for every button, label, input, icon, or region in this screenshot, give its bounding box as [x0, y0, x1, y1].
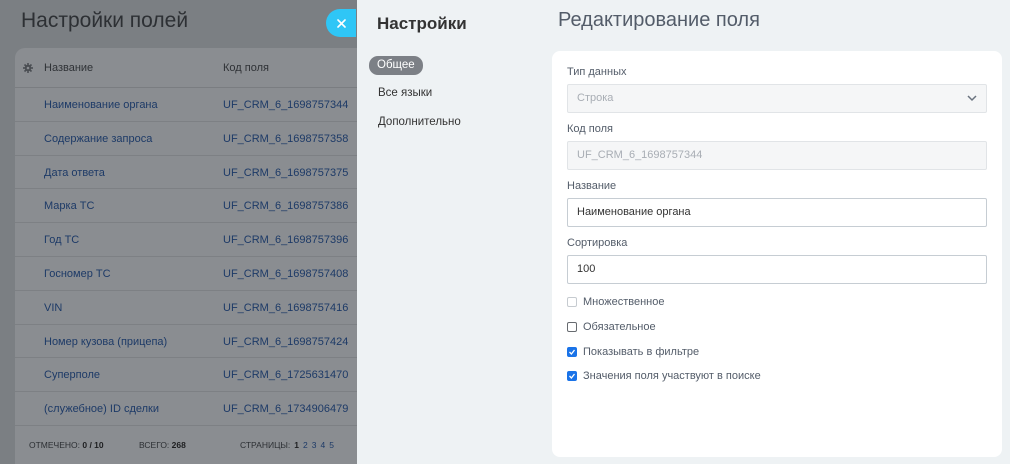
- row-code[interactable]: UF_CRM_6_1698757386: [223, 200, 348, 212]
- pagination: СТРАНИЦЫ: 1 2 3 4 5: [240, 440, 334, 450]
- page-link[interactable]: 4: [320, 440, 325, 450]
- row-name[interactable]: Наименование органа: [44, 99, 158, 111]
- page-link[interactable]: 3: [312, 440, 317, 450]
- table-row[interactable]: Год ТС UF_CRM_6_1698757396: [15, 223, 375, 257]
- row-name[interactable]: VIN: [44, 302, 62, 314]
- checkbox-box[interactable]: [567, 322, 577, 332]
- table-header: Название Код поля: [15, 48, 375, 88]
- background-page: Настройки полей Название Код поля Наимен…: [0, 0, 375, 464]
- data-type-select: Строка: [567, 84, 987, 113]
- row-code[interactable]: UF_CRM_6_1698757408: [223, 268, 348, 280]
- page-title: Настройки полей: [21, 9, 189, 32]
- data-type-label: Тип данных: [567, 66, 627, 78]
- row-name[interactable]: (служебное) ID сделки: [44, 403, 159, 415]
- close-icon: [336, 18, 346, 28]
- name-label: Название: [567, 180, 617, 192]
- table-row[interactable]: Наименование органа UF_CRM_6_1698757344: [15, 88, 375, 122]
- checkbox-multiple: Множественное: [567, 296, 664, 308]
- checkbox-label: Множественное: [583, 296, 665, 308]
- row-name[interactable]: Дата ответа: [44, 167, 105, 179]
- table-row[interactable]: Номер кузова (прицепа) UF_CRM_6_169875742…: [15, 325, 375, 359]
- sort-input[interactable]: 100: [567, 255, 987, 284]
- settings-menu: Общее Все языки Дополнительно: [369, 56, 461, 143]
- row-name[interactable]: Марка ТС: [44, 200, 94, 212]
- menu-item-label: Общее: [369, 56, 423, 75]
- pages-label: СТРАНИЦЫ:: [240, 440, 291, 450]
- checkbox-searchable[interactable]: Значения поля участвуют в поиске: [567, 370, 761, 382]
- chevron-down-icon: [967, 95, 977, 102]
- total-value: 268: [171, 440, 186, 450]
- page-link[interactable]: 2: [303, 440, 308, 450]
- table-row[interactable]: (служебное) ID сделки UF_CRM_6_1734906479: [15, 392, 375, 426]
- table-row[interactable]: Суперполе UF_CRM_6_1725631470: [15, 358, 375, 393]
- name-input[interactable]: Наименование органа: [567, 198, 987, 227]
- row-name[interactable]: Госномер ТС: [44, 268, 111, 280]
- row-name[interactable]: Номер кузова (прицепа): [44, 336, 167, 348]
- row-code[interactable]: UF_CRM_6_1698757344: [223, 99, 348, 111]
- code-label: Код поля: [567, 123, 613, 135]
- checked-label: ОТМЕЧЕНО:: [29, 440, 80, 450]
- settings-slider: Настройки Общее Все языки Дополнительно …: [357, 0, 1010, 464]
- check-icon: [569, 349, 575, 355]
- row-code[interactable]: UF_CRM_6_1698757375: [223, 167, 348, 179]
- code-field: UF_CRM_6_1698757344: [567, 141, 987, 170]
- sort-label: Сортировка: [567, 237, 628, 249]
- row-name[interactable]: Год ТС: [44, 234, 79, 246]
- table-row[interactable]: Дата ответа UF_CRM_6_1698757375: [15, 156, 375, 190]
- menu-item-general[interactable]: Общее: [369, 56, 461, 85]
- row-code[interactable]: UF_CRM_6_1698757358: [223, 133, 348, 145]
- table-row[interactable]: VIN UF_CRM_6_1698757416: [15, 291, 375, 325]
- data-type-value: Строка: [577, 92, 614, 104]
- code-value: UF_CRM_6_1698757344: [577, 149, 703, 161]
- column-header-name[interactable]: Название: [44, 62, 93, 74]
- row-code[interactable]: UF_CRM_6_1698757424: [223, 336, 348, 348]
- menu-item-all-languages[interactable]: Все языки: [369, 85, 461, 114]
- row-code[interactable]: UF_CRM_6_1725631470: [223, 369, 348, 381]
- checkbox-label: Показывать в фильтре: [583, 346, 700, 358]
- checkbox-box: [567, 297, 577, 307]
- row-code[interactable]: UF_CRM_6_1698757416: [223, 302, 348, 314]
- checkbox-required[interactable]: Обязательное: [567, 321, 656, 333]
- checkbox-box[interactable]: [567, 347, 577, 357]
- checked-value: 0 / 10: [82, 440, 104, 450]
- close-slider-button[interactable]: [326, 9, 356, 37]
- check-icon: [569, 373, 575, 379]
- menu-title: Настройки: [377, 14, 467, 33]
- field-form: Тип данных Строка Код поля UF_CRM_6_1698…: [552, 51, 1002, 457]
- checked-count: ОТМЕЧЕНО: 0 / 10: [29, 440, 104, 450]
- table-row[interactable]: Марка ТС UF_CRM_6_1698757386: [15, 189, 375, 224]
- menu-item-label: Все языки: [378, 87, 433, 99]
- column-header-code[interactable]: Код поля: [223, 62, 269, 74]
- menu-item-additional[interactable]: Дополнительно: [369, 114, 461, 143]
- fields-table: Название Код поля Наименование органа UF_…: [15, 48, 375, 464]
- table-row[interactable]: Госномер ТС UF_CRM_6_1698757408: [15, 257, 375, 291]
- row-code[interactable]: UF_CRM_6_1698757396: [223, 234, 348, 246]
- name-value: Наименование органа: [577, 206, 691, 218]
- total-count: ВСЕГО: 268: [139, 440, 186, 450]
- checkbox-show-in-filter[interactable]: Показывать в фильтре: [567, 346, 699, 358]
- table-row[interactable]: Содержание запроса UF_CRM_6_1698757358: [15, 122, 375, 156]
- row-name[interactable]: Суперполе: [44, 369, 100, 381]
- checkbox-box[interactable]: [567, 371, 577, 381]
- total-label: ВСЕГО:: [139, 440, 170, 450]
- row-code[interactable]: UF_CRM_6_1734906479: [223, 403, 348, 415]
- sort-value: 100: [577, 263, 596, 275]
- checkbox-label: Значения поля участвуют в поиске: [583, 370, 761, 382]
- menu-item-label: Дополнительно: [378, 116, 461, 128]
- edit-title: Редактирование поля: [558, 9, 760, 31]
- row-name[interactable]: Содержание запроса: [44, 133, 152, 145]
- gear-icon[interactable]: [23, 63, 33, 73]
- page-link[interactable]: 1: [294, 440, 299, 450]
- page-link[interactable]: 5: [329, 440, 334, 450]
- checkbox-label: Обязательное: [583, 321, 656, 333]
